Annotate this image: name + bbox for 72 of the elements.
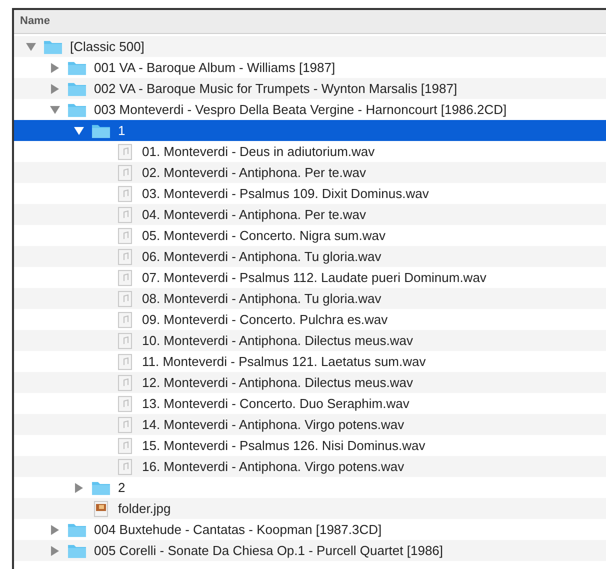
folder-name: 002 VA - Baroque Music for Trumpets - Wynton Marsalis [1987] <box>94 80 458 98</box>
audio-file-icon <box>118 228 132 244</box>
file-name: 15. Monteverdi - Psalmus 126. Nisi Dominus.wav <box>142 436 426 455</box>
column-header[interactable]: Name <box>14 10 606 34</box>
tree-row[interactable]: folder.jpg <box>14 498 606 519</box>
file-name: 14. Monteverdi - Antiphona. Virgo potens.wav <box>142 416 404 434</box>
file-name: 02. Monteverdi - Antiphona. Per te.wav <box>142 164 366 182</box>
file-name: 11. Monteverdi - Psalmus 121. Laetatus sum.wav <box>142 352 426 371</box>
file-name: 05. Monteverdi - Concerto. Nigra sum.wav <box>142 226 386 245</box>
audio-file-icon <box>118 312 132 328</box>
audio-file-icon <box>118 270 132 286</box>
folder-icon <box>67 80 87 96</box>
audio-file-icon <box>118 144 132 160</box>
audio-file-icon <box>118 458 132 474</box>
tree-row[interactable]: 08. Monteverdi - Antiphona. Tu gloria.wav <box>14 288 606 309</box>
folder-icon <box>43 38 63 54</box>
audio-file-icon <box>118 416 132 432</box>
folder-icon <box>67 60 87 76</box>
audio-file-icon <box>118 396 132 412</box>
audio-file-icon <box>118 164 132 180</box>
folder-name: 005 Corelli - Sonate Da Chiesa Op.1 - Purcell Quartet [1986] <box>94 542 444 560</box>
disclosure-triangle-icon[interactable] <box>51 62 59 72</box>
file-name: 16. Monteverdi - Antiphona. Virgo potens.wav <box>142 458 404 476</box>
tree-row[interactable]: 10. Monteverdi - Antiphona. Dilectus meus.wav <box>14 330 606 351</box>
folder-name: 003 Monteverdi - Vespro Della Beata Vergine - Harnoncourt [1986.2CD] <box>94 100 507 119</box>
tree-row[interactable]: 06. Monteverdi - Antiphona. Tu gloria.wav <box>14 246 606 267</box>
audio-file-icon <box>118 186 132 202</box>
file-name: folder.jpg <box>118 500 171 518</box>
folder-icon <box>67 542 87 558</box>
tree-row[interactable]: 02. Monteverdi - Antiphona. Per te.wav <box>14 162 606 183</box>
file-name: 12. Monteverdi - Antiphona. Dilectus meus.wav <box>142 374 413 392</box>
file-name: 13. Monteverdi - Concerto. Duo Seraphim.wav <box>142 394 410 413</box>
folder-name: 2 <box>118 478 126 497</box>
audio-file-icon <box>118 290 132 306</box>
folder-icon <box>67 102 87 118</box>
disclosure-triangle-icon[interactable] <box>51 524 59 534</box>
image-file-icon <box>94 500 108 516</box>
folder-name: 004 Buxtehude - Cantatas - Koopman [1987.3CD] <box>94 520 382 539</box>
folder-icon <box>91 480 111 496</box>
folder-icon <box>91 122 111 138</box>
tree-row[interactable]: 14. Monteverdi - Antiphona. Virgo potens.wav <box>14 414 606 435</box>
audio-file-icon <box>118 248 132 264</box>
file-name: 06. Monteverdi - Antiphona. Tu gloria.wav <box>142 248 382 266</box>
folder-icon <box>67 522 87 538</box>
disclosure-triangle-icon[interactable] <box>74 126 84 134</box>
audio-file-icon <box>118 374 132 390</box>
file-name: 03. Monteverdi - Psalmus 109. Dixit Dominus.wav <box>142 184 429 203</box>
file-name: 01. Monteverdi - Deus in adiutorium.wav <box>142 142 375 161</box>
file-name: 07. Monteverdi - Psalmus 112. Laudate pueri Dominum.wav <box>142 268 486 287</box>
disclosure-triangle-icon[interactable] <box>51 546 59 556</box>
file-name: 08. Monteverdi - Antiphona. Tu gloria.wav <box>142 290 382 308</box>
folder-name: 001 VA - Baroque Album - Williams [1987] <box>94 58 336 77</box>
disclosure-triangle-icon[interactable] <box>26 42 36 50</box>
tree-row[interactable]: 16. Monteverdi - Antiphona. Virgo potens.wav <box>14 456 606 477</box>
tree-row[interactable]: 04. Monteverdi - Antiphona. Per te.wav <box>14 204 606 225</box>
tree-row[interactable]: 005 Corelli - Sonate Da Chiesa Op.1 - Purcell Quartet [1986] <box>14 540 606 561</box>
tree-row[interactable]: 1 <box>14 120 606 141</box>
audio-file-icon <box>118 354 132 370</box>
file-name: 09. Monteverdi - Concerto. Pulchra es.wav <box>142 310 388 329</box>
tree-row[interactable]: 12. Monteverdi - Antiphona. Dilectus meus.wav <box>14 372 606 393</box>
file-name: 10. Monteverdi - Antiphona. Dilectus meus.wav <box>142 332 413 350</box>
tree-row[interactable]: [Classic 500] <box>14 36 606 57</box>
disclosure-triangle-icon[interactable] <box>75 482 83 492</box>
folder-name: 1 <box>118 122 126 140</box>
audio-file-icon <box>118 332 132 348</box>
audio-file-icon <box>118 438 132 454</box>
file-name: 04. Monteverdi - Antiphona. Per te.wav <box>142 206 366 224</box>
tree-row[interactable]: 002 VA - Baroque Music for Trumpets - Wynton Marsalis [1987] <box>14 78 606 99</box>
disclosure-triangle-icon[interactable] <box>50 106 60 114</box>
audio-file-icon <box>118 206 132 222</box>
disclosure-triangle-icon[interactable] <box>51 84 59 94</box>
folder-name: [Classic 500] <box>70 38 144 56</box>
